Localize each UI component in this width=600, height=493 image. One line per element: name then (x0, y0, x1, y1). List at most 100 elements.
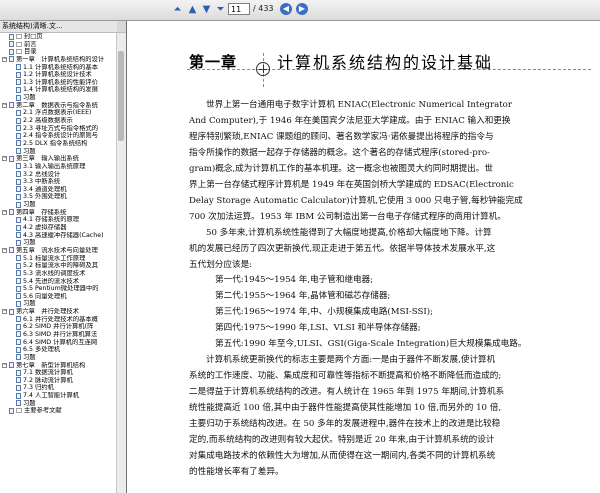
bookmark-icon (16, 117, 21, 124)
bookmark-icon (9, 56, 14, 63)
bookmark-label: 4.1 存储系统的原理 (23, 216, 80, 224)
bookmark-label: □ 封□页 (16, 33, 43, 40)
bookmark-section-item[interactable]: 3.4 通道处理机 (0, 186, 117, 194)
bookmark-section-item[interactable]: 2.1 浮点数据表示(IEEE) (0, 109, 117, 117)
bookmark-section-item[interactable]: 习题 (0, 400, 117, 408)
bookmark-section-item[interactable]: 2.3 寻址方式与指令格式的 (0, 125, 117, 133)
bookmark-chapter-item[interactable]: − 第七章 新型计算机结构 (0, 362, 117, 370)
bookmark-icon (16, 201, 21, 208)
text-line: 计算机系统更新换代的标志主要是两个方面:一是由于器件不断发展,使计算机 (206, 355, 496, 366)
first-page-icon[interactable]: ⏶ (171, 3, 184, 16)
bookmark-section-item[interactable]: 6.3 SIMD 并行计算机算法 (0, 331, 117, 339)
bookmark-section-item[interactable]: 1.3 计算机系统的性能评价 (0, 79, 117, 87)
bookmark-section-item[interactable]: 4.2 虚拟存储器 (0, 224, 117, 232)
collapse-toggle-icon[interactable]: − (2, 209, 7, 215)
bookmark-icon (9, 48, 14, 55)
collapse-toggle-icon[interactable]: − (2, 102, 7, 108)
bookmark-chapter-item[interactable]: − 第一章 计算机系统结构的设计 (0, 56, 117, 64)
bookmark-section-item[interactable]: 5.6 向量处理机 (0, 293, 117, 301)
collapse-toggle-icon[interactable]: − (2, 309, 7, 315)
bookmark-chapter-item[interactable]: − 第三章 输入输出系统 (0, 155, 117, 163)
scroll-up-button[interactable] (117, 21, 126, 32)
bookmark-section-item[interactable]: 5.2 标量流水中的障碍及其 (0, 262, 117, 270)
bookmark-section-item[interactable]: 习题 (0, 354, 117, 362)
bookmark-section-item[interactable]: 7.2 脉动流计算机 (0, 377, 117, 385)
sidebar-scrollbar[interactable] (116, 33, 126, 493)
bookmark-section-item[interactable]: 3.3 中断系统 (0, 178, 117, 186)
bookmark-icon (16, 392, 21, 399)
bookmark-section-item[interactable]: 习题 (0, 239, 117, 247)
collapse-toggle-icon[interactable]: − (2, 56, 7, 62)
bookmark-chapter-item[interactable]: □ 前言 (0, 41, 117, 49)
bookmark-label: 第三章 输入输出系统 (16, 155, 79, 163)
bookmark-section-item[interactable]: 6.4 SIMD 计算机的互连网 (0, 339, 117, 347)
last-page-icon[interactable]: ⏷ (214, 3, 227, 16)
bookmark-section-item[interactable]: 习题 (0, 300, 117, 308)
text-line: 统性能提高近 100 倍,其中由于器件性能提高使其性能增加 10 倍,而另外的 … (189, 403, 502, 414)
bookmark-section-item[interactable]: 1.2 计算机系统设计技术 (0, 71, 117, 79)
go-forward-icon[interactable]: ▶ (296, 3, 308, 15)
bookmark-section-item[interactable]: 5.5 Pentium微处理器中的 (0, 285, 117, 293)
bookmark-icon (16, 94, 21, 101)
bookmark-label: 3.4 通道处理机 (23, 185, 67, 193)
bookmark-section-item[interactable]: 3.5 外围处理机 (0, 193, 117, 201)
bookmark-section-item[interactable]: 2.4 指令系统设计的原则与 (0, 132, 117, 140)
crosshair-ornament-icon (256, 62, 270, 76)
bookmark-section-item[interactable]: 7.4 人工智能计算机 (0, 392, 117, 400)
bookmark-section-item[interactable]: 3.2 总线设计 (0, 171, 117, 179)
bookmark-icon (9, 247, 14, 254)
text-line: 第一代:1945～1954 年,电子管和继电器; (215, 275, 374, 286)
collapse-toggle-icon[interactable]: − (2, 247, 7, 253)
bookmark-section-item[interactable]: 4.1 存储系统的原理 (0, 216, 117, 224)
bookmark-icon (9, 33, 14, 40)
bookmark-label: 7.4 人工智能计算机 (23, 392, 80, 400)
bookmark-section-item[interactable]: 2.2 高级数据表示 (0, 117, 117, 125)
bookmark-chapter-item[interactable]: − 第二章 数据表示与指令系统 (0, 102, 117, 110)
bookmark-section-item[interactable]: 4.3 高速缓冲存储器(Cache) (0, 232, 117, 240)
bookmark-section-item[interactable]: 习题 (0, 148, 117, 156)
bookmark-section-item[interactable]: 5.3 流水线的调度技术 (0, 270, 117, 278)
bookmark-section-item[interactable]: 习题 (0, 201, 117, 209)
bookmark-icon (16, 109, 21, 116)
bookmark-label: 习题 (23, 147, 36, 155)
bookmark-icon (16, 384, 21, 391)
bookmark-label: 7.2 脉动流计算机 (23, 376, 73, 384)
bookmark-section-item[interactable]: 5.4 先进的流水技术 (0, 278, 117, 286)
bookmark-section-item[interactable]: 7.3 归约机 (0, 384, 117, 392)
bookmark-section-item[interactable]: 6.1 并行处理技术的基本概 (0, 316, 117, 324)
bookmark-section-item[interactable]: 6.2 SIMD 并行计算机(阵 (0, 323, 117, 331)
go-back-icon[interactable]: ◀ (280, 3, 292, 15)
bookmark-chapter-item[interactable]: □ 目录 (0, 48, 117, 56)
bookmark-icon (16, 316, 21, 323)
bookmark-chapter-item[interactable]: □ 主要参考文献 (0, 407, 117, 415)
bookmark-icon (16, 323, 21, 330)
bookmark-label: 2.1 浮点数据表示(IEEE) (23, 109, 92, 117)
bookmark-chapter-item[interactable]: □ 封□页 (0, 33, 117, 41)
text-line: 主要归功于系统结构改进。在 50 多年的发展进程中,器件在技术上的改进是比较稳 (189, 419, 501, 430)
bookmark-section-item[interactable]: 习题 (0, 94, 117, 102)
page-number-input[interactable]: 11 (228, 3, 250, 15)
next-page-icon[interactable]: ▼ (200, 3, 213, 16)
bookmark-section-item[interactable]: 6.5 多处理机 (0, 346, 117, 354)
bookmark-chapter-item[interactable]: − 第六章 并行处理技术 (0, 308, 117, 316)
bookmark-icon (9, 41, 14, 48)
bookmark-icon (16, 400, 21, 407)
bookmark-chapter-item[interactable]: − 第五章 流水技术与向量处理 (0, 247, 117, 255)
bookmark-section-item[interactable]: 3.1 输入输出系统原理 (0, 163, 117, 171)
collapse-toggle-icon[interactable]: − (2, 362, 7, 368)
bookmark-label: 2.3 寻址方式与指令格式的 (23, 124, 98, 132)
bookmark-section-item[interactable]: 1.4 计算机系统结构的发展 (0, 86, 117, 94)
previous-page-icon[interactable]: ▲ (186, 3, 199, 16)
text-line: And Computer),于 1946 年在美国宾夕法尼亚大学建成。由于 EN… (189, 115, 511, 126)
bookmark-chapter-item[interactable]: − 第四章 存储系统 (0, 209, 117, 217)
bookmark-label: 第一章 计算机系统结构的设计 (16, 55, 105, 63)
bookmark-section-item[interactable]: 1.1 计算机系统结构的基本 (0, 64, 117, 72)
bookmark-icon (16, 232, 21, 239)
bookmark-label: 5.2 标量流水中的障碍及其 (23, 262, 98, 270)
bookmark-section-item[interactable]: 5.1 标量流水工作原理 (0, 255, 117, 263)
bookmark-section-item[interactable]: 2.5 DLX 指令系统结构 (0, 140, 117, 148)
scrollbar-thumb[interactable] (118, 51, 124, 141)
bookmark-icon (16, 339, 21, 346)
bookmark-section-item[interactable]: 7.1 数据流计算机 (0, 369, 117, 377)
collapse-toggle-icon[interactable]: − (2, 156, 7, 162)
